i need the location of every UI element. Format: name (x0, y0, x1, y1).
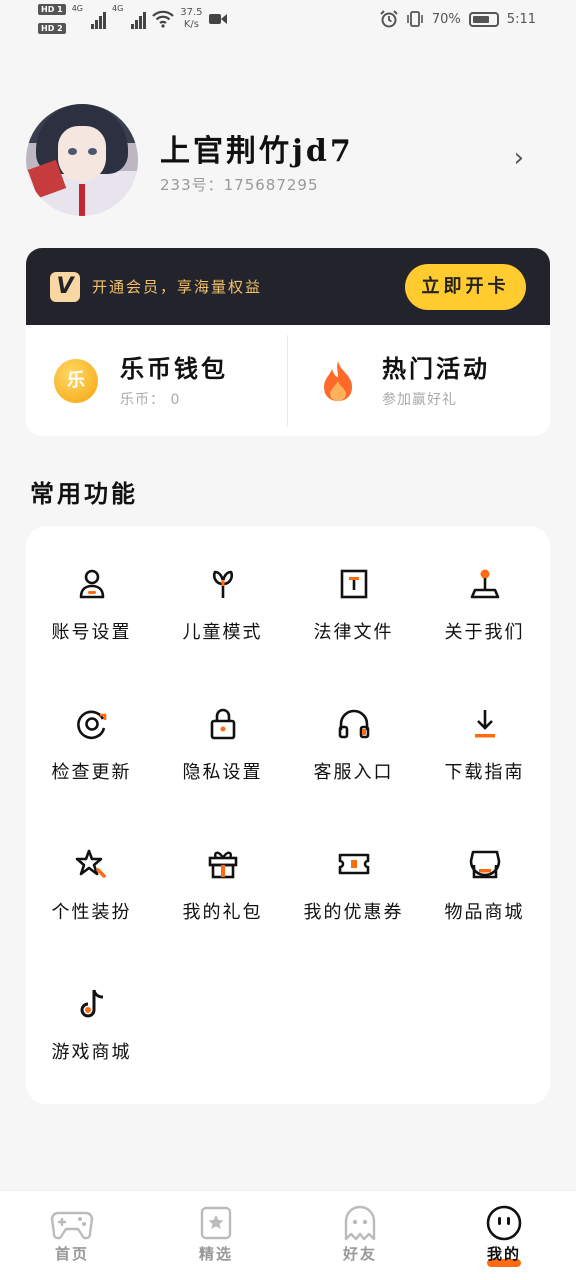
speed-unit: K/s (183, 19, 199, 30)
battery-icon (468, 11, 499, 27)
function-item-privacy[interactable]: 隐私设置 (157, 702, 288, 842)
coin-icon: 乐 (54, 359, 98, 403)
function-label: 儿童模式 (182, 622, 263, 643)
shop-icon (469, 850, 500, 879)
function-label: 游戏商城 (51, 1042, 132, 1063)
open-card-button[interactable]: 立即开卡 (405, 264, 526, 310)
avatar[interactable] (26, 104, 138, 216)
speed-value: 37.5 (180, 7, 203, 18)
fire-icon (324, 361, 352, 401)
quick-actions: 乐 乐币钱包 乐币： 0 热门活动 参加赢好礼 (26, 325, 550, 436)
network2-label: 4G (111, 4, 124, 13)
function-label: 物品商城 (444, 902, 525, 923)
wifi-icon (152, 10, 175, 28)
vip-promo-text: 开通会员，享海量权益 (92, 278, 263, 296)
member-card: V 开通会员，享海量权益 立即开卡 乐 乐币钱包 乐币： 0 热门活动 参加赢好… (26, 248, 550, 436)
function-item-shop[interactable]: 物品商城 (419, 842, 550, 982)
me-icon (486, 1205, 522, 1241)
nav-friends[interactable]: 好友 (288, 1191, 432, 1280)
signal1-icon (90, 9, 106, 29)
star-icon (75, 849, 106, 878)
wallet-entry[interactable]: 乐 乐币钱包 乐币： 0 (26, 325, 288, 436)
function-label: 检查更新 (51, 762, 132, 783)
function-label: 关于我们 (444, 622, 525, 643)
net-speed: 37.5 K/s (180, 7, 202, 31)
account-icon (79, 569, 104, 599)
function-item-game-store[interactable]: 游戏商城 (26, 982, 157, 1122)
nav-label: 我的 (486, 1245, 521, 1263)
nav-me[interactable]: 我的 (432, 1191, 576, 1280)
function-label: 客服入口 (313, 762, 394, 783)
function-label: 法律文件 (313, 622, 394, 643)
function-label: 隐私设置 (182, 762, 263, 783)
function-item-account[interactable]: 账号设置 (26, 562, 157, 702)
wallet-title: 乐币钱包 (120, 355, 228, 383)
legal-icon (340, 569, 367, 599)
battery-percent: 70% (431, 11, 461, 27)
function-item-coupon[interactable]: 我的优惠券 (288, 842, 419, 982)
status-bar: HD 1 HD 2 4G 4G 37.5 K/s 70% 5:11 (0, 0, 576, 40)
nav-home[interactable]: 首页 (0, 1191, 144, 1280)
lock-icon (210, 708, 235, 740)
gift-icon (208, 851, 237, 879)
download-icon (474, 710, 495, 738)
vibrate-icon (407, 11, 423, 27)
update-icon (76, 710, 106, 740)
tiktok-icon (80, 989, 103, 1018)
signal2-icon (131, 9, 147, 29)
headset-icon (338, 709, 369, 739)
status-right: 70% 5:11 (380, 10, 536, 28)
function-label: 我的优惠券 (303, 902, 404, 923)
activity-sub: 参加赢好礼 (382, 392, 457, 408)
kids-icon (212, 570, 233, 598)
nav-label: 首页 (54, 1245, 89, 1263)
vip-logo-icon: V (50, 272, 80, 302)
function-item-skin[interactable]: 个性装扮 (26, 842, 157, 982)
bottom-nav: 首页 精选 好友 我的 (0, 1190, 576, 1280)
video-icon (208, 14, 227, 24)
status-left: HD 1 HD 2 4G 4G 37.5 K/s (38, 4, 227, 34)
sim1-badge: HD 1 (38, 4, 66, 15)
coupon-icon (338, 853, 369, 875)
profile-name: 上官荆竹jd7 (160, 134, 354, 169)
nav-label: 精选 (198, 1245, 233, 1263)
gamepad-icon (50, 1211, 94, 1240)
function-label: 我的礼包 (182, 902, 263, 923)
profile-id: 233号：175687295 (160, 176, 319, 194)
function-label: 下载指南 (444, 762, 525, 783)
function-item-update[interactable]: 检查更新 (26, 702, 157, 842)
network1-label: 4G (71, 4, 83, 13)
function-grid: 账号设置 儿童模式 法律文件 关于我们 检查更新 隐私设置 客服入口 下载指南 … (26, 562, 550, 1122)
section-title: 常用功能 (30, 480, 138, 508)
function-item-download[interactable]: 下载指南 (419, 702, 550, 842)
activity-entry[interactable]: 热门活动 参加赢好礼 (288, 325, 550, 436)
vip-banner[interactable]: V 开通会员，享海量权益 立即开卡 (26, 248, 550, 325)
function-label: 个性装扮 (51, 902, 132, 923)
chevron-right-icon[interactable]: › (514, 145, 524, 171)
function-item-legal[interactable]: 法律文件 (288, 562, 419, 702)
about-icon (470, 569, 499, 599)
clock: 5:11 (506, 11, 536, 27)
nav-label: 好友 (342, 1245, 377, 1263)
sim2-badge: HD 2 (38, 23, 66, 34)
ghost-icon (344, 1205, 376, 1241)
function-item-service[interactable]: 客服入口 (288, 702, 419, 842)
function-item-gift[interactable]: 我的礼包 (157, 842, 288, 982)
wallet-balance: 乐币： 0 (120, 392, 181, 408)
function-label: 账号设置 (51, 622, 132, 643)
activity-title: 热门活动 (382, 355, 490, 383)
featured-icon (200, 1206, 232, 1240)
profile-header[interactable]: 上官荆竹jd7 233号：175687295 › (26, 104, 536, 216)
nav-featured[interactable]: 精选 (144, 1191, 288, 1280)
function-item-kids[interactable]: 儿童模式 (157, 562, 288, 702)
function-grid-card: 账号设置 儿童模式 法律文件 关于我们 检查更新 隐私设置 客服入口 下载指南 … (26, 526, 550, 1104)
alarm-icon (380, 10, 398, 28)
function-item-about[interactable]: 关于我们 (419, 562, 550, 702)
